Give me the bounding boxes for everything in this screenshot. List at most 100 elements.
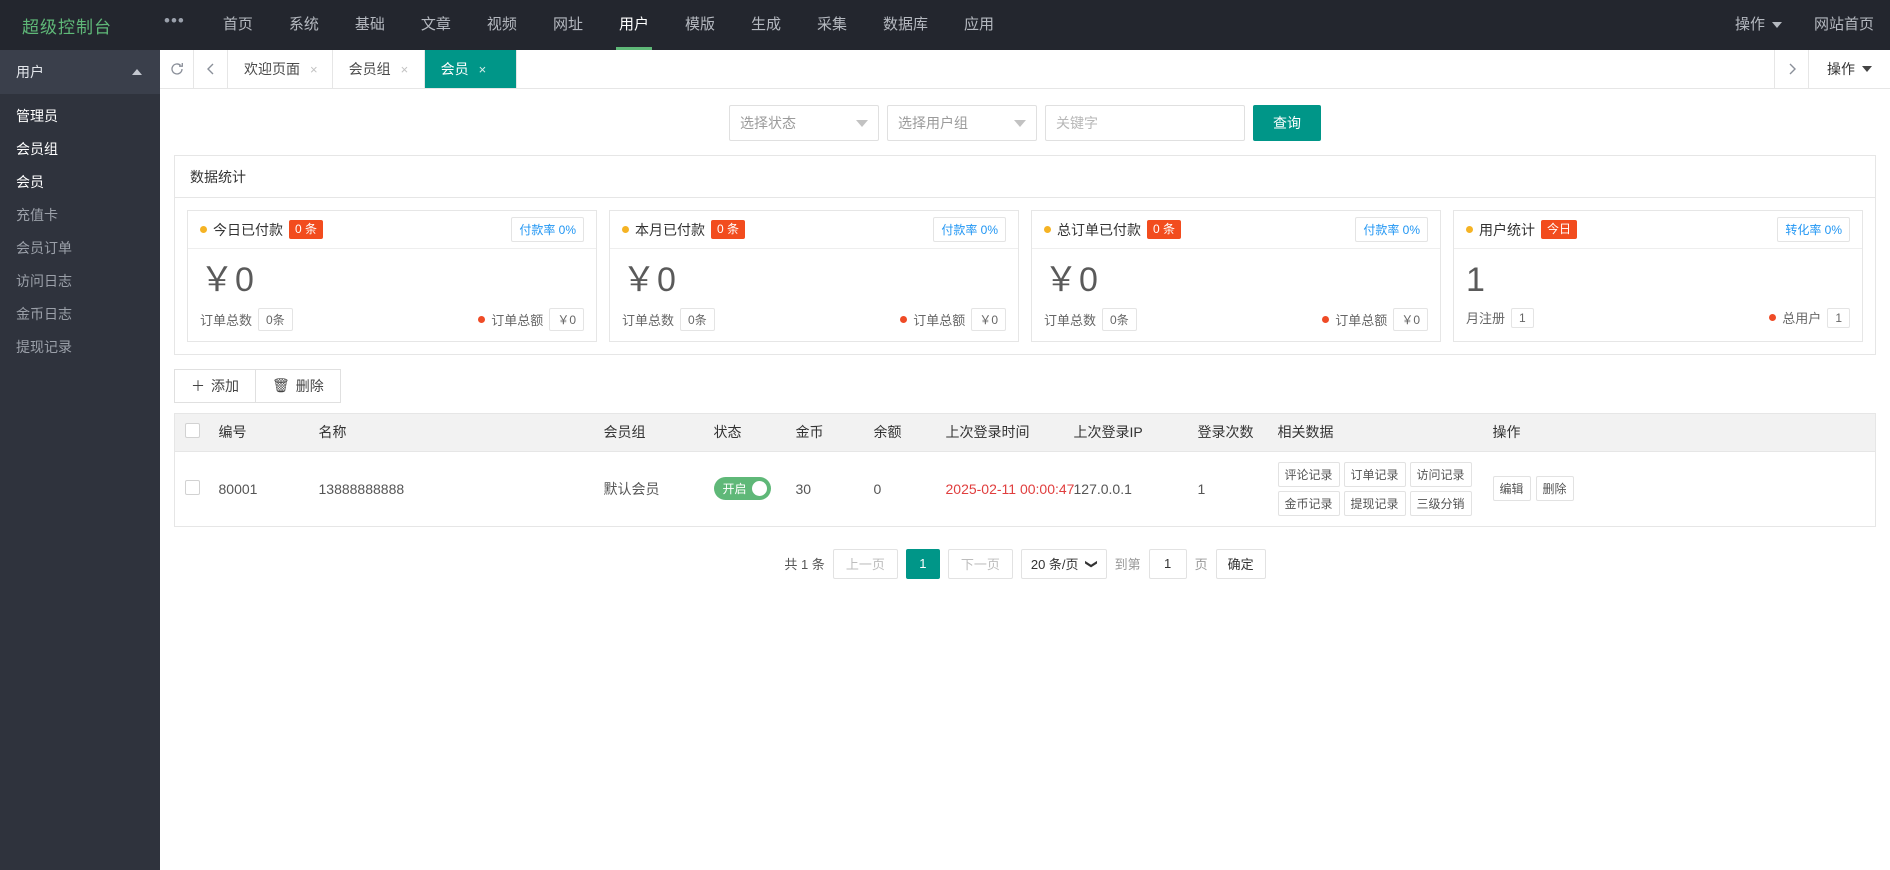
- plus-icon: ＋: [191, 377, 205, 394]
- topnav-item-collect[interactable]: 采集: [799, 0, 865, 50]
- column-login-count: 登录次数: [1187, 412, 1268, 452]
- header-operation-menu[interactable]: 操作: [1719, 0, 1798, 50]
- goto-confirm-button[interactable]: 确定: [1215, 548, 1266, 579]
- statistics-cards: 今日已付款 0 条 付款率 0% ￥0 订单总数 0条 订单总额 ￥0 本月已付…: [175, 198, 1875, 354]
- stat-card-title: 用户统计: [1479, 221, 1535, 238]
- status-dot-icon: [200, 226, 207, 233]
- topnav-item-system[interactable]: 系统: [271, 0, 337, 50]
- goto-label: 到第: [1114, 557, 1141, 572]
- stat-card-rate-badge: 转化率 0%: [1777, 217, 1850, 242]
- content-scroll: 选择状态 选择用户组 查询 数据统计: [160, 89, 1890, 870]
- app-logo[interactable]: 超级控制台: [0, 13, 160, 38]
- row-checkbox[interactable]: [185, 479, 200, 495]
- sidebar-item-member-group[interactable]: 会员组: [0, 132, 160, 165]
- caret-down-icon: [1771, 22, 1782, 28]
- related-link-distribution[interactable]: 三级分销: [1409, 490, 1472, 516]
- topnav-item-application[interactable]: 应用: [946, 0, 1012, 50]
- delete-row-button[interactable]: 删除: [1535, 476, 1574, 501]
- table-row[interactable]: 80001 13888888888 默认会员 开启 30 0 2025-02-1…: [174, 451, 1876, 527]
- topnav-item-template[interactable]: 模版: [667, 0, 733, 50]
- pagination-total: 共 1 条: [784, 557, 825, 572]
- sidebar-item-admin[interactable]: 管理员: [0, 99, 160, 132]
- keyword-input[interactable]: [1045, 105, 1245, 141]
- edit-button[interactable]: 编辑: [1492, 476, 1531, 501]
- chevron-up-icon: [132, 69, 142, 75]
- sidebar-item-coin-log[interactable]: 金币日志: [0, 297, 160, 330]
- stat-card-value: 1: [1466, 261, 1486, 299]
- statistics-panel-title: 数据统计: [175, 156, 1875, 198]
- stat-card-foot-left: 订单总数 0条: [1044, 307, 1137, 331]
- column-last-login-time: 上次登录时间: [935, 412, 1064, 452]
- related-link-coins[interactable]: 金币记录: [1277, 490, 1340, 516]
- column-group: 会员组: [593, 412, 704, 452]
- header-actions: 操作 网站首页: [1719, 0, 1890, 50]
- chevron-right-icon[interactable]: [1774, 50, 1808, 88]
- search-button[interactable]: 查询: [1253, 105, 1321, 141]
- chevron-left-icon[interactable]: [194, 50, 228, 88]
- tab-bar: 欢迎页面 × 会员组 × 会员 × 操作: [160, 50, 1890, 89]
- page-unit-label: 页: [1194, 557, 1208, 572]
- more-dots-icon[interactable]: •••: [160, 12, 189, 29]
- add-button[interactable]: ＋ 添加: [174, 368, 256, 403]
- data-table-wrapper: 编号 名称 会员组 状态 金币 余额 上次登录时间 上次登录IP 登录次数 相关…: [160, 403, 1890, 527]
- stat-card-total-paid: 总订单已付款 0 条 付款率 0% ￥0 订单总数 0条 订单总额 ￥0: [1031, 210, 1441, 342]
- stat-card-header: 总订单已付款 0 条 付款率 0%: [1032, 211, 1440, 249]
- tab-list: 欢迎页面 × 会员组 × 会员 ×: [228, 50, 1774, 88]
- cell-last-login-ip: 127.0.0.1: [1063, 451, 1188, 527]
- related-link-comments[interactable]: 评论记录: [1277, 461, 1340, 487]
- user-group-select[interactable]: 选择用户组: [887, 105, 1037, 141]
- tab-member[interactable]: 会员 ×: [424, 50, 517, 88]
- pagination-prev-button[interactable]: 上一页: [832, 548, 898, 579]
- close-icon[interactable]: ×: [479, 62, 487, 77]
- stat-card-value: ￥0: [622, 261, 677, 299]
- sidebar-item-withdraw-record[interactable]: 提现记录: [0, 330, 160, 363]
- tab-member-group[interactable]: 会员组 ×: [333, 50, 425, 88]
- status-select[interactable]: 选择状态: [729, 105, 879, 141]
- cell-id: 80001: [208, 451, 309, 527]
- related-link-withdrawals[interactable]: 提现记录: [1343, 490, 1406, 516]
- stat-card-foot-right: 总用户 1: [1769, 307, 1850, 328]
- pagination-next-button[interactable]: 下一页: [947, 548, 1013, 579]
- cell-related-data: 评论记录 订单记录 访问记录 金币记录 提现记录 三级分销: [1267, 451, 1483, 527]
- goto-page-input[interactable]: [1148, 548, 1187, 579]
- delete-button[interactable]: 🗑 删除: [255, 368, 341, 403]
- topnav-item-home[interactable]: 首页: [205, 0, 271, 50]
- sidebar-item-visit-log[interactable]: 访问日志: [0, 264, 160, 297]
- stat-card-foot-left: 月注册 1: [1466, 307, 1534, 328]
- topnav-item-generate[interactable]: 生成: [733, 0, 799, 50]
- topnav-item-article[interactable]: 文章: [403, 0, 469, 50]
- close-icon[interactable]: ×: [401, 62, 409, 77]
- tab-welcome-page[interactable]: 欢迎页面 ×: [228, 50, 333, 88]
- sidebar-item-member-order[interactable]: 会员订单: [0, 231, 160, 264]
- topnav-item-video[interactable]: 视频: [469, 0, 535, 50]
- tab-operation-menu[interactable]: 操作: [1808, 50, 1890, 88]
- header-site-home-link[interactable]: 网站首页: [1798, 0, 1890, 50]
- topnav-item-url[interactable]: 网址: [535, 0, 601, 50]
- column-operations: 操作: [1482, 412, 1876, 452]
- status-dot-icon: [1322, 315, 1330, 323]
- related-link-visits[interactable]: 访问记录: [1409, 461, 1472, 487]
- pagination-page-1[interactable]: 1: [905, 548, 940, 579]
- topnav-item-database[interactable]: 数据库: [865, 0, 946, 50]
- column-last-login-ip: 上次登录IP: [1063, 412, 1188, 452]
- stat-foot-right-label: 订单总额: [1335, 312, 1388, 328]
- refresh-icon[interactable]: [160, 50, 194, 88]
- related-link-orders[interactable]: 订单记录: [1343, 461, 1406, 487]
- status-toggle[interactable]: 开启: [713, 477, 771, 500]
- stat-foot-left-value: 0条: [258, 307, 293, 331]
- column-id: 编号: [208, 412, 309, 452]
- sidebar-group-user[interactable]: 用户: [0, 50, 160, 94]
- stat-foot-left-label: 订单总数: [622, 312, 675, 328]
- page-size-select[interactable]: 20 条/页 ❯: [1020, 548, 1107, 579]
- topnav-item-basic[interactable]: 基础: [337, 0, 403, 50]
- sidebar-item-recharge-card[interactable]: 充值卡: [0, 198, 160, 231]
- close-icon[interactable]: ×: [310, 62, 318, 77]
- body-wrapper: 用户 管理员 会员组 会员 充值卡 会员订单 访问日志 金币日志 提现记录 欢迎…: [0, 50, 1890, 870]
- stat-card-foot-left: 订单总数 0条: [622, 307, 715, 331]
- status-dot-icon: [900, 315, 908, 323]
- cell-last-login-time: 2025-02-11 00:00:47: [935, 451, 1074, 527]
- topnav-item-user[interactable]: 用户: [601, 0, 667, 50]
- stat-card-badge: 0 条: [1147, 220, 1182, 239]
- sidebar-item-member[interactable]: 会员: [0, 165, 160, 198]
- select-all-checkbox[interactable]: [185, 423, 200, 438]
